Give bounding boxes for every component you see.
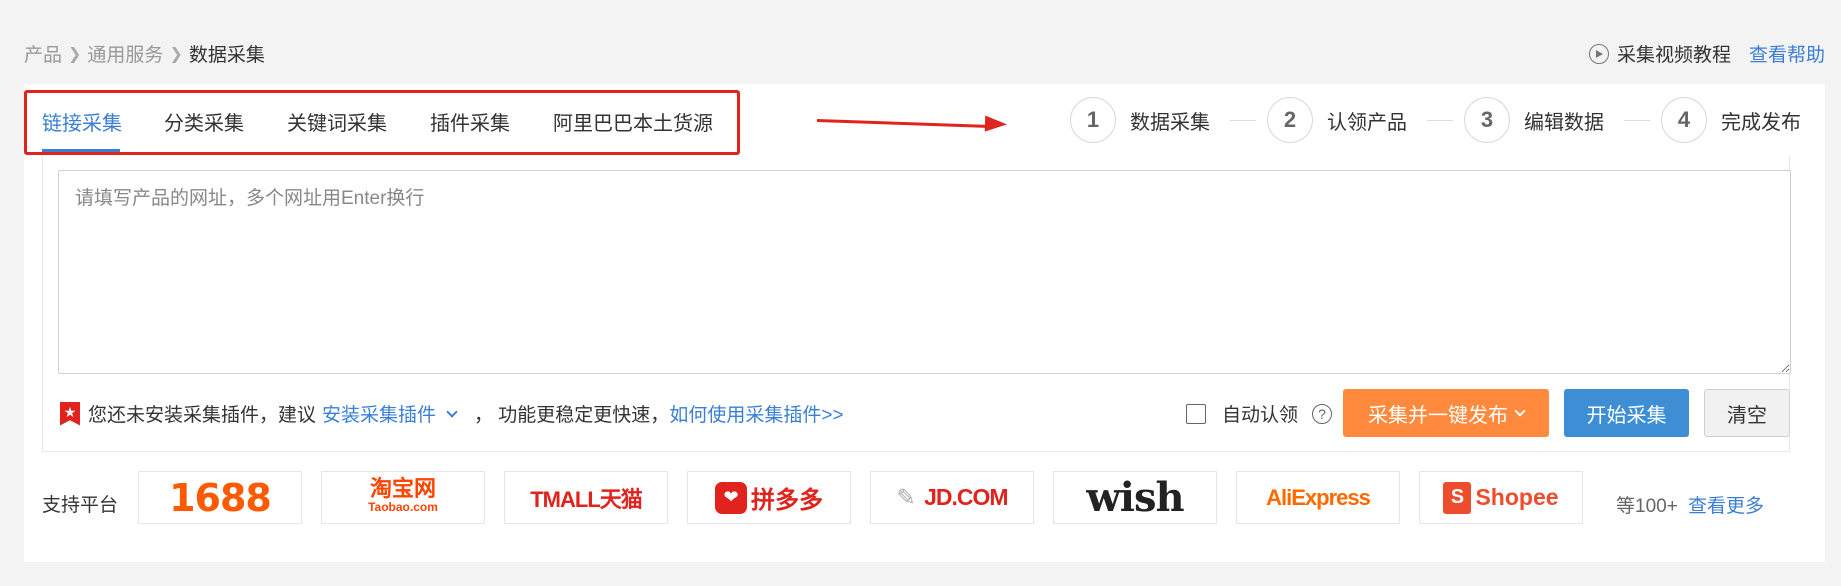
logo-tmall: TMALL天猫 — [530, 486, 643, 512]
pinduoduo-heart-icon: ❤ — [715, 481, 747, 514]
step-connector — [1624, 120, 1650, 121]
clear-button[interactable]: 清空 — [1704, 389, 1790, 437]
step-number: 4 — [1661, 97, 1707, 143]
tab-category-collect[interactable]: 分类采集 — [164, 107, 244, 136]
platform-wish[interactable]: wish — [1053, 471, 1217, 524]
auto-claim-checkbox[interactable] — [1186, 403, 1206, 424]
breadcrumb-item-general-services[interactable]: 通用服务 — [87, 40, 163, 67]
logo-taobao-text: 淘宝网 — [369, 475, 436, 501]
chevron-down-icon — [1514, 405, 1526, 417]
logo-jd: ✎ JD.COM — [896, 484, 1008, 511]
step-label: 完成发布 — [1721, 111, 1801, 134]
logo-jd-text: JD.COM — [924, 484, 1008, 510]
install-plugin-link[interactable]: 安装采集插件 — [322, 400, 436, 427]
collect-and-publish-label: 采集并一键发布 — [1368, 404, 1508, 427]
bookmark-star-icon: ★ — [60, 401, 80, 426]
platform-taobao[interactable]: 淘宝网 Taobao.com — [321, 471, 485, 524]
logo-pinduoduo: ❤ 拼多多 — [715, 480, 823, 515]
annotation-arrow-head-icon — [984, 115, 1008, 133]
collect-and-publish-button[interactable]: 采集并一键发布 — [1343, 389, 1549, 437]
tab-alibaba-source[interactable]: 阿里巴巴本土货源 — [553, 107, 713, 136]
tab-link-collect[interactable]: 链接采集 — [42, 107, 122, 136]
platform-shopee[interactable]: S Shopee — [1419, 471, 1583, 524]
platform-1688[interactable]: 1688 — [138, 471, 302, 524]
supported-platforms-label: 支持平台 — [42, 495, 119, 516]
tab-keyword-collect[interactable]: 关键词采集 — [287, 107, 387, 136]
step-connector — [1230, 120, 1256, 121]
chevron-down-icon[interactable] — [446, 405, 458, 418]
active-tab-indicator — [42, 149, 120, 152]
shopee-bag-icon: S — [1443, 481, 1472, 514]
header-links: 采集视频教程 查看帮助 — [1588, 40, 1825, 67]
breadcrumb-separator-icon: ❯ — [169, 45, 183, 63]
step-number: 3 — [1464, 97, 1510, 143]
logo-shopee-text: Shopee — [1475, 484, 1559, 510]
step-3: 3 编辑数据 — [1464, 97, 1604, 143]
platform-pinduoduo[interactable]: ❤ 拼多多 — [687, 471, 851, 524]
help-link[interactable]: 查看帮助 — [1749, 40, 1825, 67]
plugin-notice-prefix: 您还未安装采集插件，建议 — [88, 405, 317, 426]
step-1: 1 数据采集 — [1070, 97, 1210, 143]
auto-claim-label[interactable]: 自动认领 — [1222, 400, 1298, 427]
plugin-notice: ★ 您还未安装采集插件，建议 安装采集插件 ， 功能更稳定更快速， 如何使用采集… — [60, 400, 844, 427]
platform-tmall[interactable]: TMALL天猫 — [504, 471, 668, 524]
logo-pinduoduo-text: 拼多多 — [751, 487, 823, 514]
logo-shopee: S Shopee — [1443, 481, 1559, 514]
platforms-more-count: 等100+ — [1616, 496, 1678, 517]
step-label: 认领产品 — [1327, 111, 1407, 134]
step-number: 1 — [1070, 97, 1116, 143]
step-connector — [1427, 120, 1453, 121]
step-label: 编辑数据 — [1524, 111, 1604, 134]
breadcrumb: 产品 ❯ 通用服务 ❯ 数据采集 — [24, 40, 265, 67]
step-2: 2 认领产品 — [1267, 97, 1407, 143]
logo-aliexpress: AliExpress — [1266, 484, 1371, 510]
jd-dog-icon: ✎ — [896, 484, 915, 510]
howto-plugin-link[interactable]: 如何使用采集插件>> — [669, 400, 843, 427]
breadcrumb-item-products[interactable]: 产品 — [24, 40, 62, 67]
tab-plugin-collect[interactable]: 插件采集 — [430, 107, 510, 136]
video-tutorial-link[interactable]: 采集视频教程 — [1617, 40, 1731, 67]
platform-jd[interactable]: ✎ JD.COM — [870, 471, 1034, 524]
url-input[interactable] — [58, 170, 1791, 374]
step-number: 2 — [1267, 97, 1313, 143]
logo-taobao: 淘宝网 Taobao.com — [368, 475, 438, 516]
play-circle-icon[interactable] — [1588, 43, 1609, 64]
step-label: 数据采集 — [1130, 111, 1210, 134]
breadcrumb-current: 数据采集 — [188, 45, 265, 66]
breadcrumb-separator-icon: ❯ — [68, 45, 82, 63]
start-collect-button[interactable]: 开始采集 — [1564, 389, 1689, 437]
logo-1688: 1688 — [169, 475, 272, 520]
auto-claim: 自动认领 ? — [1186, 400, 1333, 427]
logo-wish: wish — [1086, 474, 1184, 521]
step-4: 4 完成发布 — [1661, 97, 1801, 143]
platform-aliexpress[interactable]: AliExpress — [1236, 471, 1400, 524]
view-more-platforms-link[interactable]: 查看更多 — [1688, 491, 1764, 518]
help-question-icon[interactable]: ? — [1312, 403, 1333, 424]
plugin-notice-middle: ， 功能更稳定更快速， — [474, 405, 670, 426]
logo-taobao-sub: Taobao.com — [368, 499, 438, 514]
